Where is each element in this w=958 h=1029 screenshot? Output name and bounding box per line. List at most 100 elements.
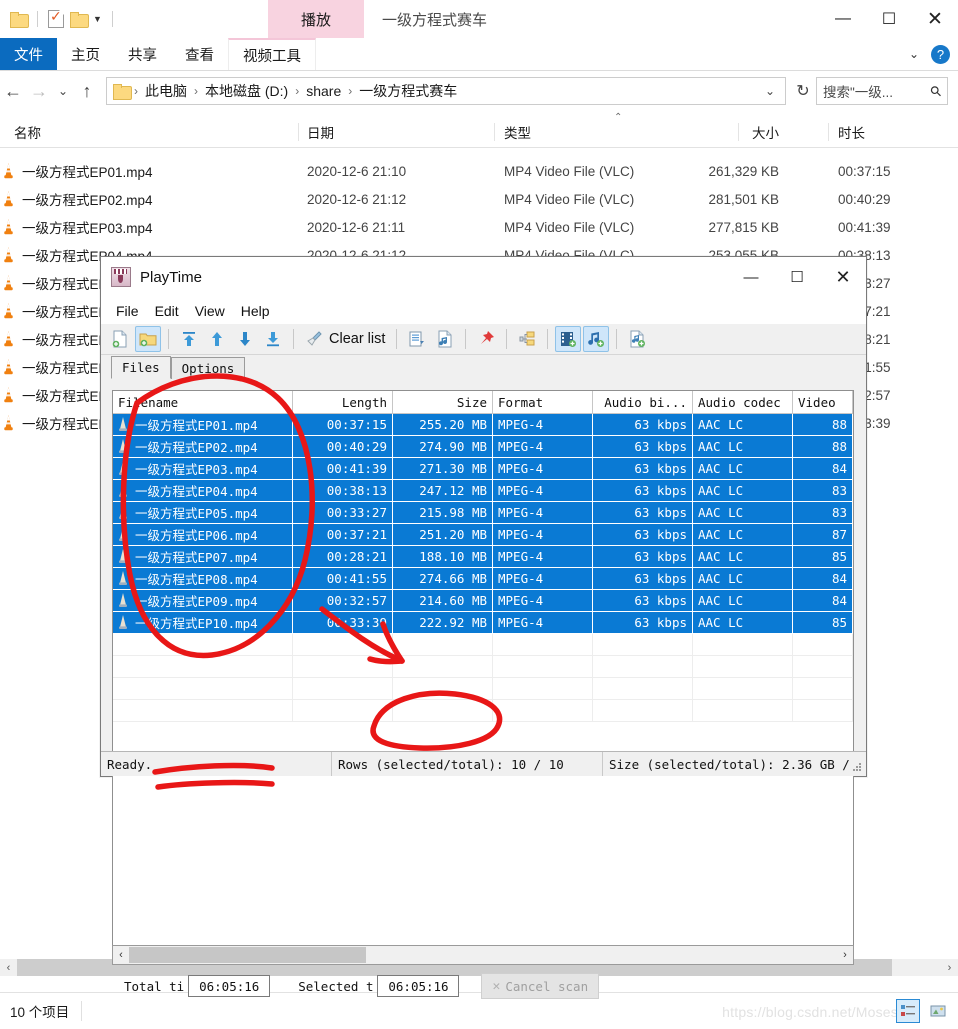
recent-locations-button[interactable]: ⌄ bbox=[52, 71, 74, 111]
grid-column-filename[interactable]: Filename bbox=[113, 391, 293, 413]
dialog-maximize-button[interactable]: ☐ bbox=[774, 257, 820, 297]
column-header-size[interactable]: 大小 bbox=[752, 117, 779, 147]
new-folder-icon[interactable] bbox=[70, 12, 89, 28]
grid-cell-size: 188.10 MB bbox=[393, 546, 493, 568]
total-time-field[interactable]: 06:05:16 bbox=[188, 975, 271, 997]
divider bbox=[506, 329, 508, 349]
back-button[interactable]: ← bbox=[0, 71, 26, 111]
chevron-down-icon[interactable]: ⌄ bbox=[765, 84, 779, 98]
grid-horizontal-scrollbar[interactable]: ‹ › bbox=[112, 945, 854, 965]
menu-help[interactable]: Help bbox=[234, 301, 277, 321]
tab-file[interactable]: 文件 bbox=[0, 38, 57, 70]
grid-column-length[interactable]: Length bbox=[293, 391, 393, 413]
column-header-type[interactable]: 类型 bbox=[504, 117, 531, 147]
scroll-right-icon[interactable]: › bbox=[941, 962, 958, 974]
broom-icon[interactable] bbox=[301, 326, 327, 352]
column-header-duration[interactable]: 时长 bbox=[838, 117, 865, 147]
details-view-button[interactable] bbox=[896, 999, 920, 1023]
scroll-track[interactable] bbox=[129, 947, 837, 963]
add-file-icon[interactable] bbox=[624, 326, 650, 352]
grid-row[interactable]: 一级方程式EP07.mp4 00:28:21 188.10 MB MPEG-4 … bbox=[113, 546, 853, 568]
tab-home[interactable]: 主页 bbox=[57, 38, 114, 70]
new-file-icon[interactable] bbox=[107, 326, 133, 352]
minimize-button[interactable]: — bbox=[820, 0, 866, 38]
move-up-icon[interactable] bbox=[204, 326, 230, 352]
breadcrumb-item-2[interactable]: share bbox=[303, 83, 344, 99]
dialog-close-button[interactable]: ✕ bbox=[820, 257, 866, 297]
column-divider[interactable] bbox=[738, 123, 739, 141]
grid-column-video[interactable]: Video bbox=[793, 391, 853, 413]
menu-edit[interactable]: Edit bbox=[148, 301, 186, 321]
pin-icon[interactable] bbox=[473, 326, 499, 352]
tab-files[interactable]: Files bbox=[111, 356, 171, 379]
grid-row[interactable]: 一级方程式EP06.mp4 00:37:21 251.20 MB MPEG-4 … bbox=[113, 524, 853, 546]
table-row[interactable]: 一级方程式EP03.mp4 2020-12-6 21:11 MP4 Video … bbox=[0, 214, 958, 240]
dialog-minimize-button[interactable]: — bbox=[728, 257, 774, 297]
tab-share[interactable]: 共享 bbox=[114, 38, 171, 70]
help-icon[interactable]: ? bbox=[931, 44, 950, 64]
divider bbox=[168, 329, 169, 349]
open-folder-icon[interactable] bbox=[135, 326, 161, 352]
grid-row[interactable]: 一级方程式EP10.mp4 00:33:39 222.92 MB MPEG-4 … bbox=[113, 612, 853, 634]
table-row[interactable]: 一级方程式EP01.mp4 2020-12-6 21:10 MP4 Video … bbox=[0, 158, 958, 184]
folder-icon[interactable] bbox=[10, 12, 29, 28]
selected-time-field[interactable]: 06:05:16 bbox=[377, 975, 460, 997]
close-button[interactable]: ✕ bbox=[912, 0, 958, 38]
grid-row[interactable]: 一级方程式EP05.mp4 00:33:27 215.98 MB MPEG-4 … bbox=[113, 502, 853, 524]
properties-icon[interactable] bbox=[48, 9, 64, 28]
tab-view[interactable]: 查看 bbox=[171, 38, 228, 70]
table-row[interactable]: 一级方程式EP02.mp4 2020-12-6 21:12 MP4 Video … bbox=[0, 186, 958, 212]
export-list-icon[interactable] bbox=[404, 326, 430, 352]
move-to-top-icon[interactable] bbox=[176, 326, 202, 352]
tree-icon[interactable] bbox=[514, 326, 540, 352]
grid-column-format[interactable]: Format bbox=[493, 391, 593, 413]
add-audio-icon[interactable] bbox=[583, 326, 610, 352]
chevron-down-icon[interactable]: ⌄ bbox=[909, 47, 919, 61]
scroll-left-icon[interactable]: ‹ bbox=[113, 949, 129, 961]
scroll-left-icon[interactable]: ‹ bbox=[0, 962, 17, 974]
menu-file[interactable]: File bbox=[109, 301, 146, 321]
menu-view[interactable]: View bbox=[188, 301, 232, 321]
breadcrumb-item-3[interactable]: 一级方程式赛车 bbox=[356, 81, 460, 101]
column-divider[interactable] bbox=[298, 123, 299, 141]
grid-row[interactable]: 一级方程式EP03.mp4 00:41:39 271.30 MB MPEG-4 … bbox=[113, 458, 853, 480]
forward-button[interactable]: → bbox=[26, 71, 52, 111]
grid-column-audio-bitrate[interactable]: Audio bi... bbox=[593, 391, 693, 413]
refresh-icon[interactable]: ↻ bbox=[790, 71, 816, 111]
column-header-name[interactable]: 名称 bbox=[14, 117, 41, 147]
add-video-icon[interactable] bbox=[555, 326, 582, 352]
grid-cell-audio-bitrate: 63 kbps bbox=[593, 590, 693, 612]
grid-row[interactable]: 一级方程式EP01.mp4 00:37:15 255.20 MB MPEG-4 … bbox=[113, 414, 853, 436]
search-input[interactable]: 搜索"一级... ⚲ bbox=[816, 77, 948, 105]
column-divider[interactable] bbox=[828, 123, 829, 141]
scroll-right-icon[interactable]: › bbox=[837, 949, 853, 961]
column-divider[interactable] bbox=[494, 123, 495, 141]
resize-grip-icon[interactable] bbox=[851, 761, 863, 773]
cancel-scan-button[interactable]: ✕ Cancel scan bbox=[481, 973, 600, 999]
close-icon: ✕ bbox=[492, 978, 501, 994]
column-header-date[interactable]: 日期 bbox=[307, 117, 334, 147]
maximize-button[interactable]: ☐ bbox=[866, 0, 912, 38]
breadcrumb[interactable]: › 此电脑 › 本地磁盘 (D:) › share › 一级方程式赛车 ⌄ bbox=[106, 77, 786, 105]
up-button[interactable]: ↑ bbox=[74, 71, 100, 111]
scroll-thumb[interactable] bbox=[129, 947, 366, 963]
grid-row[interactable]: 一级方程式EP04.mp4 00:38:13 247.12 MB MPEG-4 … bbox=[113, 480, 853, 502]
contextual-tab-play[interactable]: 播放 bbox=[268, 0, 364, 38]
customize-dropdown-icon[interactable]: ▼ bbox=[93, 14, 102, 24]
export-audio-icon[interactable] bbox=[432, 326, 458, 352]
tab-options[interactable]: Options bbox=[170, 357, 246, 379]
large-icons-view-button[interactable] bbox=[926, 999, 950, 1023]
tab-video-tools[interactable]: 视频工具 bbox=[228, 38, 316, 70]
grid-column-audio-codec[interactable]: Audio codec bbox=[693, 391, 793, 413]
clear-list-button[interactable]: Clear list bbox=[329, 331, 389, 347]
grid-cell-size: 247.12 MB bbox=[393, 480, 493, 502]
move-to-bottom-icon[interactable] bbox=[260, 326, 286, 352]
breadcrumb-item-0[interactable]: 此电脑 bbox=[142, 81, 190, 101]
grid-row[interactable]: 一级方程式EP02.mp4 00:40:29 274.90 MB MPEG-4 … bbox=[113, 436, 853, 458]
breadcrumb-item-1[interactable]: 本地磁盘 (D:) bbox=[202, 81, 291, 101]
dialog-title-bar[interactable]: PlayTime — ☐ ✕ bbox=[101, 257, 866, 298]
grid-column-size[interactable]: Size bbox=[393, 391, 493, 413]
grid-row[interactable]: 一级方程式EP09.mp4 00:32:57 214.60 MB MPEG-4 … bbox=[113, 590, 853, 612]
grid-row[interactable]: 一级方程式EP08.mp4 00:41:55 274.66 MB MPEG-4 … bbox=[113, 568, 853, 590]
move-down-icon[interactable] bbox=[232, 326, 258, 352]
